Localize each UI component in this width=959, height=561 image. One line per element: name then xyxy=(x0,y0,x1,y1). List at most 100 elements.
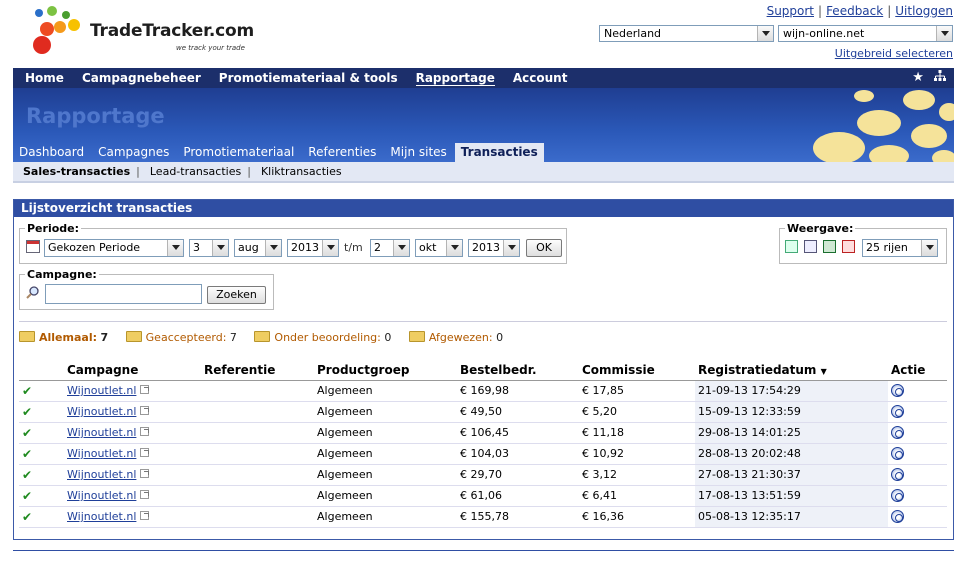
check-icon: ✔ xyxy=(22,446,33,461)
period-ok-button[interactable]: OK xyxy=(526,239,562,257)
nav-home[interactable]: Home xyxy=(13,68,70,88)
table-header-row: Campagne Referentie Productgroep Bestelb… xyxy=(19,361,947,381)
excel-icon[interactable] xyxy=(823,240,836,253)
campagne-link[interactable]: Wijnoutlet.nl xyxy=(67,447,136,460)
cell-registratiedatum: 17-08-13 13:51:59 xyxy=(695,485,888,507)
details-icon[interactable] xyxy=(891,446,904,460)
details-icon[interactable] xyxy=(891,404,904,418)
subnav-kliktransacties[interactable]: Kliktransacties xyxy=(251,162,348,182)
calendar-icon[interactable] xyxy=(26,240,40,253)
col-registratiedatum[interactable]: Registratiedatum ▼ xyxy=(695,361,888,381)
external-link-icon[interactable] xyxy=(140,469,150,478)
external-link-icon[interactable] xyxy=(140,427,150,436)
campagne-link[interactable]: Wijnoutlet.nl xyxy=(67,426,136,439)
nav-rapportage[interactable]: Rapportage xyxy=(404,68,501,88)
from-year-select[interactable]: 2013 xyxy=(287,239,339,257)
campagne-link[interactable]: Wijnoutlet.nl xyxy=(67,384,136,397)
campagne-link[interactable]: Wijnoutlet.nl xyxy=(67,489,136,502)
details-icon[interactable] xyxy=(891,467,904,481)
nav-account[interactable]: Account xyxy=(501,68,574,88)
from-day-select[interactable]: 3 xyxy=(189,239,229,257)
external-link-icon[interactable] xyxy=(140,406,150,415)
cell-referentie xyxy=(201,485,314,507)
external-link-icon[interactable] xyxy=(140,385,150,394)
tab-mijn-sites[interactable]: Mijn sites xyxy=(384,143,452,162)
filter-allemaal[interactable]: Allemaal: 7 xyxy=(19,331,108,344)
export-icon[interactable] xyxy=(785,240,798,253)
col-commissie[interactable]: Commissie xyxy=(579,361,695,381)
cell-registratiedatum: 21-09-13 17:54:29 xyxy=(695,380,888,402)
table-row: ✔ Wijnoutlet.nl Algemeen € 29,70 € 3,12 27-08… xyxy=(19,464,947,486)
details-icon[interactable] xyxy=(891,488,904,502)
top-links: Support | Feedback | Uitloggen xyxy=(766,4,953,18)
subnav-lead-transacties[interactable]: Lead-transacties xyxy=(140,162,247,182)
pdf-icon[interactable] xyxy=(842,240,855,253)
nav-campagnebeheer[interactable]: Campagnebeheer xyxy=(70,68,207,88)
details-icon[interactable] xyxy=(891,425,904,439)
brand-tagline: we track your trade xyxy=(176,44,245,52)
tab-promotiemateriaal[interactable]: Promotiemateriaal xyxy=(177,143,300,162)
to-year-select[interactable]: 2013 xyxy=(468,239,520,257)
check-icon: ✔ xyxy=(22,488,33,503)
tab-referenties[interactable]: Referenties xyxy=(302,143,382,162)
logout-link[interactable]: Uitloggen xyxy=(895,4,953,18)
sitemap-icon[interactable] xyxy=(934,70,946,82)
check-icon: ✔ xyxy=(22,467,33,482)
weergave-box: Weergave: 25 rijen xyxy=(779,222,947,264)
cell-productgroep: Algemeen xyxy=(314,401,457,423)
external-link-icon[interactable] xyxy=(140,490,150,499)
country-select[interactable]: Nederland xyxy=(599,25,774,42)
check-icon: ✔ xyxy=(22,404,33,419)
tab-campagnes[interactable]: Campagnes xyxy=(92,143,175,162)
subnav-sales-transacties[interactable]: Sales-transacties xyxy=(13,162,136,182)
nav-icons: ★ xyxy=(912,70,946,85)
to-day-select[interactable]: 2 xyxy=(370,239,410,257)
feedback-link[interactable]: Feedback xyxy=(826,4,883,18)
cell-bestelbedr: € 104,03 xyxy=(457,443,579,465)
brand-name: TradeTracker.com xyxy=(90,21,255,41)
transactions-table: Campagne Referentie Productgroep Bestelb… xyxy=(19,361,947,528)
to-month-select[interactable]: okt xyxy=(415,239,463,257)
tradetracker-logo[interactable]: TradeTracker.com we track your trade xyxy=(30,5,260,57)
cell-bestelbedr: € 49,50 xyxy=(457,401,579,423)
external-link-icon[interactable] xyxy=(140,511,150,520)
cell-registratiedatum: 15-09-13 12:33:59 xyxy=(695,401,888,423)
campagne-link[interactable]: Wijnoutlet.nl xyxy=(67,405,136,418)
star-icon[interactable]: ★ xyxy=(912,70,924,85)
advanced-select-link[interactable]: Uitgebreid selecteren xyxy=(835,47,953,60)
rows-per-page-select[interactable]: 25 rijen xyxy=(862,239,938,257)
filter-afgewezen[interactable]: Afgewezen: 0 xyxy=(408,331,503,344)
col-campagne[interactable]: Campagne xyxy=(64,361,201,381)
col-bestelbedr[interactable]: Bestelbedr. xyxy=(457,361,579,381)
cell-productgroep: Algemeen xyxy=(314,422,457,444)
check-icon: ✔ xyxy=(22,425,33,440)
from-month-select[interactable]: aug xyxy=(234,239,282,257)
details-icon[interactable] xyxy=(891,509,904,523)
filter-geaccepteerd[interactable]: Geaccepteerd: 7 xyxy=(125,331,237,344)
nav-promotiemateriaal[interactable]: Promotiemateriaal & tools xyxy=(207,68,404,88)
folder-pending-icon xyxy=(254,331,271,342)
cell-productgroep: Algemeen xyxy=(314,464,457,486)
site-select[interactable]: wijn-online.net xyxy=(778,25,953,42)
support-link[interactable]: Support xyxy=(767,4,814,18)
search-button[interactable]: Zoeken xyxy=(207,286,266,304)
col-productgroep[interactable]: Productgroep xyxy=(314,361,457,381)
period-preset-select[interactable]: Gekozen Periode xyxy=(44,239,184,257)
cell-referentie xyxy=(201,443,314,465)
status-filters: Allemaal: 7 Geaccepteerd: 7 Onder beoord… xyxy=(19,331,517,344)
check-icon: ✔ xyxy=(22,383,33,398)
tab-transacties[interactable]: Transacties xyxy=(454,143,544,162)
cell-bestelbedr: € 155,78 xyxy=(457,506,579,528)
tab-dashboard[interactable]: Dashboard xyxy=(13,143,90,162)
details-icon[interactable] xyxy=(891,383,904,397)
print-icon[interactable] xyxy=(804,240,817,253)
campagne-link[interactable]: Wijnoutlet.nl xyxy=(67,468,136,481)
campagne-link[interactable]: Wijnoutlet.nl xyxy=(67,510,136,523)
filter-onder-beoordeling[interactable]: Onder beoordeling: 0 xyxy=(254,331,391,344)
chevron-down-icon xyxy=(446,240,462,256)
cell-productgroep: Algemeen xyxy=(314,380,457,402)
cell-bestelbedr: € 106,45 xyxy=(457,422,579,444)
external-link-icon[interactable] xyxy=(140,448,150,457)
col-referentie[interactable]: Referentie xyxy=(201,361,314,381)
campagne-search-input[interactable] xyxy=(45,284,202,304)
